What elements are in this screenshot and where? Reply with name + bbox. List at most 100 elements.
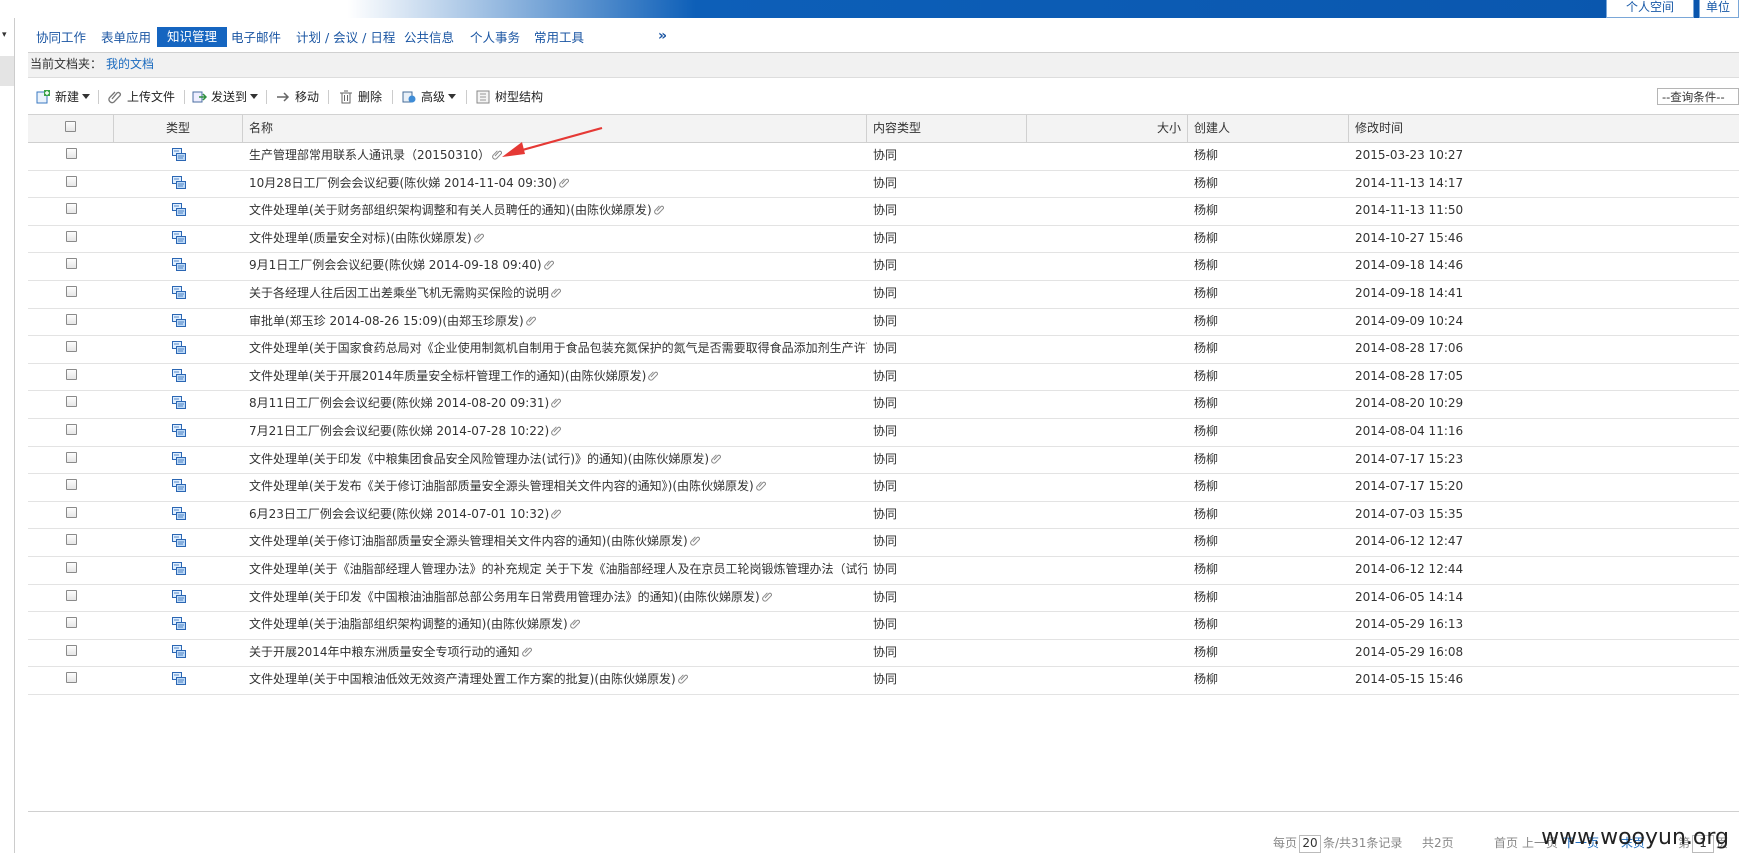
row-checkbox[interactable]	[65, 286, 77, 297]
row-name-cell[interactable]: 文件处理单(关于开展2014年质量安全标杆管理工作的通知)(由陈伙娣原发)	[249, 363, 867, 390]
advanced-button[interactable]: 高级	[402, 87, 457, 107]
row-name-cell[interactable]: 8月11日工厂例会会议纪要(陈伙娣 2014-08-20 09:31)	[249, 390, 867, 417]
header-creator[interactable]: 创建人	[1188, 115, 1349, 142]
menu-item-collaboration[interactable]: 协同工作	[36, 28, 86, 48]
left-strip-tab[interactable]	[0, 56, 14, 86]
table-row[interactable]: 文件处理单(关于油脂部组织架构调整的通知)(由陈伙娣原发) 协同 杨柳 2014-05…	[28, 611, 1739, 640]
row-name-cell[interactable]: 关于开展2014年中粮东洲质量安全专项行动的通知	[249, 639, 867, 666]
row-name-cell[interactable]: 关于各经理人往后因工出差乘坐飞机无需购买保险的说明	[249, 280, 867, 307]
tab-unit-space[interactable]: 单位	[1699, 0, 1739, 18]
query-condition-select[interactable]: --查询条件--	[1657, 88, 1739, 105]
row-checkbox[interactable]	[65, 203, 77, 215]
row-checkbox[interactable]	[65, 589, 77, 601]
row-checkbox[interactable]	[65, 451, 77, 463]
row-checkbox[interactable]	[65, 562, 77, 573]
table-row[interactable]: 生产管理部常用联系人通讯录（20150310） 协同 杨柳 2015-03-23 10…	[28, 142, 1739, 171]
menu-more-icon[interactable]: »	[658, 28, 667, 44]
row-checkbox[interactable]	[65, 617, 77, 629]
table-row[interactable]: 文件处理单(关于开展2014年质量安全标杆管理工作的通知)(由陈伙娣原发) 协同 杨…	[28, 363, 1739, 392]
row-name-link[interactable]: 文件处理单(关于中国粮油低效无效资产清理处置工作方案的批复)(由陈伙娣原发)	[249, 672, 676, 686]
row-checkbox[interactable]	[65, 368, 77, 380]
row-name-cell[interactable]: 文件处理单(关于财务部组织架构调整和有关人员聘任的通知)(由陈伙娣原发)	[249, 197, 867, 224]
row-name-cell[interactable]: 10月28日工厂例会会议纪要(陈伙娣 2014-11-04 09:30)	[249, 170, 867, 197]
menu-item-public-info[interactable]: 公共信息	[404, 28, 454, 48]
table-row[interactable]: 文件处理单(关于印发《中国粮油油脂部总部公务用车日常费用管理办法》的通知)(由陈…	[28, 584, 1739, 613]
row-name-link[interactable]: 文件处理单(关于修订油脂部质量安全源头管理相关文件内容的通知)(由陈伙娣原发)	[249, 534, 688, 548]
row-name-link[interactable]: 审批单(郑玉珍 2014-08-26 15:09)(由郑玉珍原发)	[249, 314, 524, 328]
row-checkbox[interactable]	[65, 341, 77, 353]
pager-per-page-input[interactable]: 20	[1299, 835, 1322, 853]
row-name-link[interactable]: 7月21日工厂例会会议纪要(陈伙娣 2014-07-28 10:22)	[249, 424, 549, 438]
table-row[interactable]: 文件处理单(关于国家食药总局对《企业使用制氮机自制用于食品包装充氮保护的氮气是否…	[28, 335, 1739, 364]
row-name-link[interactable]: 文件处理单(关于开展2014年质量安全标杆管理工作的通知)(由陈伙娣原发)	[249, 369, 646, 383]
row-name-link[interactable]: 文件处理单(关于油脂部组织架构调整的通知)(由陈伙娣原发)	[249, 617, 568, 631]
row-name-link[interactable]: 文件处理单(关于《油脂部经理人管理办法》的补充规定 关于下发《油脂部经理人及在京…	[249, 562, 867, 576]
table-row[interactable]: 审批单(郑玉珍 2014-08-26 15:09)(由郑玉珍原发) 协同 杨柳 201…	[28, 308, 1739, 337]
row-checkbox[interactable]	[65, 506, 77, 518]
row-name-link[interactable]: 文件处理单(关于印发《中国粮油油脂部总部公务用车日常费用管理办法》的通知)(由陈…	[249, 590, 760, 604]
expand-arrow-icon[interactable]: ▾	[2, 30, 7, 40]
new-button[interactable]: 新建	[36, 87, 91, 107]
table-row[interactable]: 8月11日工厂例会会议纪要(陈伙娣 2014-08-20 09:31) 协同 杨柳 2…	[28, 390, 1739, 419]
table-row[interactable]: 10月28日工厂例会会议纪要(陈伙娣 2014-11-04 09:30) 协同 杨柳…	[28, 170, 1739, 199]
row-name-cell[interactable]: 文件处理单(关于发布《关于修订油脂部质量安全源头管理相关文件内容的通知》)(由陈…	[249, 473, 867, 500]
table-row[interactable]: 6月23日工厂例会会议纪要(陈伙娣 2014-07-01 10:32) 协同 杨柳 2…	[28, 501, 1739, 530]
select-all-checkbox[interactable]	[65, 121, 76, 132]
menu-item-email[interactable]: 电子邮件	[231, 28, 281, 48]
row-checkbox[interactable]	[65, 396, 77, 408]
table-row[interactable]: 关于开展2014年中粮东洲质量安全专项行动的通知 协同 杨柳 2014-05-29 1…	[28, 639, 1739, 668]
row-name-cell[interactable]: 文件处理单(关于国家食药总局对《企业使用制氮机自制用于食品包装充氮保护的氮气是否…	[249, 335, 867, 362]
row-name-link[interactable]: 文件处理单(关于发布《关于修订油脂部质量安全源头管理相关文件内容的通知》)(由陈…	[249, 479, 754, 493]
row-name-cell[interactable]: 审批单(郑玉珍 2014-08-26 15:09)(由郑玉珍原发)	[249, 308, 867, 335]
row-name-cell[interactable]: 文件处理单(质量安全对标)(由陈伙娣原发)	[249, 225, 867, 252]
row-checkbox[interactable]	[65, 644, 77, 656]
row-name-link[interactable]: 关于开展2014年中粮东洲质量安全专项行动的通知	[249, 645, 520, 659]
row-name-cell[interactable]: 文件处理单(关于印发《中粮集团食品安全风险管理办法(试行)》的通知)(由陈伙娣原…	[249, 446, 867, 473]
row-checkbox[interactable]	[65, 148, 77, 159]
table-row[interactable]: 文件处理单(关于发布《关于修订油脂部质量安全源头管理相关文件内容的通知》)(由陈…	[28, 473, 1739, 502]
table-row[interactable]: 文件处理单(关于财务部组织架构调整和有关人员聘任的通知)(由陈伙娣原发) 协同 杨柳…	[28, 197, 1739, 226]
row-name-cell[interactable]: 7月21日工厂例会会议纪要(陈伙娣 2014-07-28 10:22)	[249, 418, 867, 445]
table-row[interactable]: 文件处理单(关于《油脂部经理人管理办法》的补充规定 关于下发《油脂部经理人及在京…	[28, 556, 1739, 585]
row-checkbox[interactable]	[65, 258, 77, 270]
table-row[interactable]: 文件处理单(关于印发《中粮集团食品安全风险管理办法(试行)》的通知)(由陈伙娣原…	[28, 446, 1739, 475]
header-size[interactable]: 大小	[1027, 115, 1188, 142]
row-name-link[interactable]: 10月28日工厂例会会议纪要(陈伙娣 2014-11-04 09:30)	[249, 176, 557, 190]
row-name-cell[interactable]: 文件处理单(关于《油脂部经理人管理办法》的补充规定 关于下发《油脂部经理人及在京…	[249, 556, 867, 583]
row-name-link[interactable]: 8月11日工厂例会会议纪要(陈伙娣 2014-08-20 09:31)	[249, 396, 549, 410]
row-checkbox[interactable]	[65, 313, 77, 325]
header-content-type[interactable]: 内容类型	[867, 115, 1027, 142]
row-name-cell[interactable]: 文件处理单(关于油脂部组织架构调整的通知)(由陈伙娣原发)	[249, 611, 867, 638]
header-type[interactable]: 类型	[114, 115, 243, 142]
row-checkbox[interactable]	[65, 175, 77, 187]
row-checkbox[interactable]	[65, 479, 77, 491]
row-checkbox[interactable]	[65, 424, 77, 435]
row-checkbox[interactable]	[65, 534, 77, 546]
send-to-button[interactable]: 发送到	[192, 87, 259, 107]
menu-item-plan-meeting-schedule[interactable]: 计划 / 会议 / 日程	[296, 28, 395, 48]
row-name-link[interactable]: 文件处理单(关于国家食药总局对《企业使用制氮机自制用于食品包装充氮保护的氮气是否…	[249, 341, 867, 355]
pager-first[interactable]: 首页	[1494, 834, 1518, 851]
row-name-link[interactable]: 文件处理单(质量安全对标)(由陈伙娣原发)	[249, 231, 472, 245]
table-row[interactable]: 文件处理单(关于修订油脂部质量安全源头管理相关文件内容的通知)(由陈伙娣原发) 协…	[28, 528, 1739, 557]
header-modified-time[interactable]: 修改时间	[1349, 115, 1739, 142]
row-name-cell[interactable]: 6月23日工厂例会会议纪要(陈伙娣 2014-07-01 10:32)	[249, 501, 867, 528]
table-row[interactable]: 文件处理单(关于中国粮油低效无效资产清理处置工作方案的批复)(由陈伙娣原发) 协同…	[28, 666, 1739, 695]
row-name-link[interactable]: 6月23日工厂例会会议纪要(陈伙娣 2014-07-01 10:32)	[249, 507, 549, 521]
tab-personal-space[interactable]: 个人空间	[1606, 0, 1694, 18]
menu-item-knowledge[interactable]: 知识管理	[157, 27, 228, 47]
table-row[interactable]: 文件处理单(质量安全对标)(由陈伙娣原发) 协同 杨柳 2014-10-27 15:4…	[28, 225, 1739, 254]
menu-item-tools[interactable]: 常用工具	[534, 28, 584, 48]
current-folder-link[interactable]: 我的文档	[106, 57, 154, 71]
upload-button[interactable]: 上传文件	[108, 87, 175, 107]
row-name-cell[interactable]: 文件处理单(关于印发《中国粮油油脂部总部公务用车日常费用管理办法》的通知)(由陈…	[249, 584, 867, 611]
row-name-link[interactable]: 文件处理单(关于财务部组织架构调整和有关人员聘任的通知)(由陈伙娣原发)	[249, 203, 652, 217]
row-checkbox[interactable]	[65, 672, 77, 684]
move-button[interactable]: 移动	[276, 87, 319, 107]
row-name-link[interactable]: 关于各经理人往后因工出差乘坐飞机无需购买保险的说明	[249, 286, 549, 300]
tree-structure-button[interactable]: 树型结构	[476, 87, 543, 107]
row-name-cell[interactable]: 文件处理单(关于修订油脂部质量安全源头管理相关文件内容的通知)(由陈伙娣原发)	[249, 528, 867, 555]
row-name-link[interactable]: 9月1日工厂例会会议纪要(陈伙娣 2014-09-18 09:40)	[249, 258, 542, 272]
row-name-link[interactable]: 文件处理单(关于印发《中粮集团食品安全风险管理办法(试行)》的通知)(由陈伙娣原…	[249, 452, 709, 466]
row-checkbox[interactable]	[65, 230, 77, 242]
